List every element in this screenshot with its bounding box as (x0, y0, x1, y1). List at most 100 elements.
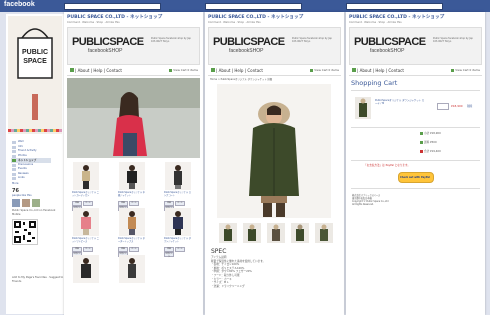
sidebar-item-events[interactable]: Events (18, 167, 27, 170)
total-row: 合計 ¥19,400 (420, 147, 441, 156)
banner-logo-main[interactable]: PUBLICSPACE (213, 36, 285, 48)
sidebar-item-discussions[interactable]: Discussions (18, 163, 33, 166)
shipping-row: 送料 ¥500 (420, 138, 441, 147)
gallery-thumbnail[interactable] (219, 223, 237, 243)
page-subtitle[interactable]: Comment · Welcome · Shop · All like this (208, 21, 261, 24)
home-icon[interactable] (70, 68, 74, 72)
breadcrumb[interactable]: Home > PublicSpaceオリジナル ダウンジャケット 詳細 (210, 78, 272, 82)
cart-item-price: ¥18,900 (451, 104, 463, 108)
home-icon[interactable] (352, 68, 356, 72)
add-to-cart-button[interactable]: カート (129, 247, 139, 252)
banner-logo-sub: facebookSHOP (88, 48, 123, 54)
sidebar-item-links[interactable]: Links (18, 176, 25, 179)
product-thumbnail[interactable] (165, 162, 191, 190)
avatar[interactable] (12, 199, 20, 207)
divider (351, 188, 480, 189)
product-caption[interactable]: PublicSpaceオリジナル ニットワンピース (72, 237, 100, 243)
add-to-cart-button[interactable]: カート (129, 201, 139, 206)
page-subtitle[interactable]: Comment · Welcome · Shop · All like this (349, 21, 402, 24)
shop-nav: | About | Help | Contact View Cart 0 ite… (67, 66, 200, 76)
avatar[interactable] (32, 199, 40, 207)
product-caption[interactable]: PublicSpaceオリジナル ボーダートップス (118, 237, 146, 243)
facebook-top-bar: facebook (0, 0, 490, 12)
banner-address: Public Space facebook shop by Jap 103-00… (292, 37, 332, 44)
gallery-thumbnail[interactable] (243, 223, 261, 243)
shop-banner: PUBLICSPACE facebookSHOP Public Space fa… (67, 27, 200, 65)
paypal-checkout-button[interactable]: Check out with PayPal (398, 172, 434, 183)
product-thumbnail[interactable] (119, 255, 145, 283)
avatar[interactable] (22, 199, 30, 207)
cart-item-photo (359, 98, 367, 117)
add-to-cart-button[interactable]: カート (175, 247, 185, 252)
cart-item-image[interactable] (355, 97, 371, 119)
sidebar-item-wall[interactable]: Wall (18, 140, 23, 143)
home-icon[interactable] (211, 68, 215, 72)
product-photo (127, 165, 137, 189)
remove-link[interactable]: 削除 (467, 104, 472, 108)
sidebar-item-photos[interactable]: Photos (18, 154, 27, 157)
add-to-cart-button[interactable]: カート (83, 247, 93, 252)
subtotal-row: 小計 ¥18,900 (420, 129, 441, 138)
add-to-cart-button[interactable]: カート (83, 201, 93, 206)
search-input-3[interactable] (346, 3, 443, 10)
add-to-cart-button[interactable]: カート (175, 201, 185, 206)
subtotal-text: 小計 ¥18,900 (424, 132, 441, 135)
product-thumbnail[interactable] (73, 208, 99, 236)
likes-label[interactable]: people like this (12, 194, 32, 197)
ribbon-decoration (32, 94, 38, 120)
paypal-label: Check out with PayPal (400, 175, 430, 179)
sidebar-item-reviews[interactable]: Reviews (18, 172, 29, 175)
product-caption[interactable]: PublicSpaceオリジナル ニットカーディガン (72, 191, 100, 197)
cart-item-name[interactable]: PublicSpaceオリジナル ダウンジャケット カーキ / M (375, 99, 425, 105)
banner-logo-sub: facebookSHOP (229, 48, 264, 54)
view-cart-link[interactable]: View Cart 0 items (310, 68, 339, 72)
product-main-image[interactable] (217, 84, 331, 218)
facebook-logo[interactable]: facebook (4, 1, 35, 8)
product-photo (173, 211, 183, 235)
gallery-thumbnail[interactable] (291, 223, 309, 243)
banner-logo-main[interactable]: PUBLICSPACE (72, 36, 144, 48)
favorite-button[interactable]: お気に入り (164, 252, 174, 258)
quantity-input[interactable] (437, 103, 449, 110)
profile-picture[interactable]: PUBLIC SPACE (8, 16, 62, 134)
sidebar-item-more[interactable]: More (12, 182, 18, 185)
shop-bag-logo-icon: PUBLIC SPACE (17, 28, 53, 79)
view-cart-label: View Cart 0 items (455, 68, 480, 72)
product-thumbnail[interactable] (73, 255, 99, 283)
product-thumbnail[interactable] (119, 208, 145, 236)
product-caption[interactable]: PublicSpaceオリジナル ロングコート (164, 191, 192, 197)
featured-hero-image[interactable] (67, 78, 200, 158)
product-thumbnail[interactable] (73, 162, 99, 190)
cart-heading: Shopping Cart (351, 79, 398, 87)
gallery-thumbnail[interactable] (315, 223, 333, 243)
sidebar-item-friend-activity[interactable]: Friend Activity (18, 149, 37, 152)
model-photo (67, 78, 200, 158)
search-input-1[interactable] (64, 3, 161, 10)
product-caption[interactable]: PublicSpaceオリジナル 中綿ジャケット (118, 191, 146, 197)
sidebar-footer-links[interactable]: Add to My Page's Favorites · Suggest to … (12, 276, 64, 283)
shop-banner: PUBLICSPACE facebookSHOP Public Space fa… (208, 27, 341, 65)
sidebar-item-netshop[interactable]: ネットショップ (18, 158, 36, 162)
payment-note: 「お支払方法」は PayPal となります。 (364, 164, 410, 167)
view-cart-link[interactable]: View Cart 0 items (169, 68, 198, 72)
qr-code-icon (14, 221, 36, 243)
nav-links[interactable]: | About | Help | Contact (357, 68, 404, 73)
nav-links[interactable]: | About | Help | Contact (216, 68, 263, 73)
search-input-2[interactable] (205, 3, 302, 10)
product-photo (81, 258, 91, 278)
product-photo (128, 211, 136, 235)
view-cart-link[interactable]: View Cart 0 items (451, 68, 480, 72)
banner-logo-main[interactable]: PUBLICSPACE (354, 36, 426, 48)
nav-links[interactable]: | About | Help | Contact (75, 68, 122, 73)
gallery-thumbnail[interactable] (267, 223, 285, 243)
product-caption[interactable]: PublicSpaceオリジナル ダウンジャケット (164, 237, 192, 243)
page-subtitle[interactable]: Comment · Welcome · Shop · All like this (67, 21, 120, 24)
product-thumbnail[interactable] (119, 162, 145, 190)
shipping-icon (420, 140, 423, 144)
product-photo (174, 165, 182, 189)
subtotal-icon (420, 131, 423, 135)
page-title: PUBLIC SPACE CO.,LTD - ネットショップ (208, 15, 304, 20)
sidebar-item-info[interactable]: Info (18, 145, 23, 148)
product-photo (128, 258, 136, 278)
product-thumbnail[interactable] (165, 208, 191, 236)
